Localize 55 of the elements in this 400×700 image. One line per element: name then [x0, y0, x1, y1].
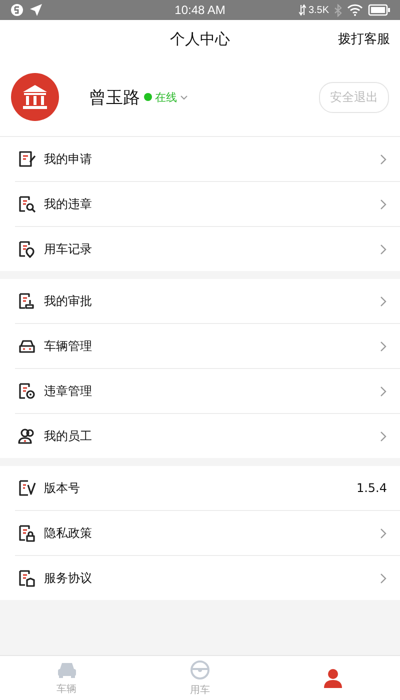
notification-icon: [10, 3, 24, 17]
document-search-icon: [18, 195, 36, 213]
chevron-right-icon: [380, 386, 387, 396]
chevron-right-icon: [380, 430, 387, 442]
menu-row[interactable]: 用车记录: [15, 227, 400, 271]
page-title: 个人中心: [170, 30, 230, 48]
menu-row[interactable]: 我的申请: [15, 137, 400, 182]
row-label: 我的申请: [44, 150, 93, 168]
document-pin-icon: [18, 240, 36, 258]
chevron-right-icon: [380, 528, 387, 538]
row-label: 我的员工: [44, 428, 93, 444]
document-gear-icon: [18, 382, 36, 400]
row-label: 车辆管理: [44, 338, 93, 354]
steering-wheel-icon: [190, 660, 210, 680]
user-name: 曾玉路: [89, 86, 140, 108]
car-icon: [56, 660, 78, 678]
document-lock-icon: [18, 524, 36, 542]
menu-row[interactable]: 违章管理: [15, 369, 400, 414]
document-stamp-icon: [18, 292, 36, 310]
row-label: 我的违章: [44, 196, 93, 212]
menu-row[interactable]: 服务协议: [15, 556, 400, 600]
bluetooth-icon: [334, 4, 342, 16]
row-label: 我的审批: [44, 292, 93, 310]
menu-row[interactable]: 版本号 1.5.4: [15, 466, 400, 511]
location-arrow-icon: [29, 3, 43, 17]
row-label: 版本号: [44, 480, 81, 496]
chevron-right-icon: [380, 340, 387, 352]
status-time: 10:48 AM: [174, 3, 226, 17]
version-number: 1.5.4: [356, 481, 387, 495]
row-label: 违章管理: [44, 382, 93, 400]
wifi-icon: [347, 4, 364, 16]
chevron-right-icon: [380, 244, 387, 254]
chevron-down-icon: [180, 94, 188, 100]
menu-row[interactable]: 隐私政策: [15, 511, 400, 556]
row-label: 用车记录: [44, 240, 93, 258]
network-speed: 3.5K: [308, 4, 330, 16]
chevron-right-icon: [380, 296, 387, 306]
person-icon: [323, 668, 344, 688]
chevron-right-icon: [380, 154, 387, 164]
row-label: 服务协议: [44, 570, 93, 586]
menu-row[interactable]: 我的员工: [15, 414, 400, 458]
menu-row[interactable]: 我的违章: [15, 182, 400, 227]
chevron-right-icon: [380, 198, 387, 210]
people-icon: [18, 427, 36, 445]
chevron-right-icon: [380, 572, 387, 584]
document-check-icon: [18, 479, 36, 497]
menu-row[interactable]: 我的审批: [15, 279, 400, 324]
row-label: 隐私政策: [44, 524, 93, 542]
document-pen-icon: [18, 150, 36, 168]
bank-avatar-icon: [11, 73, 59, 121]
call-service-button[interactable]: 拨打客服: [338, 30, 390, 48]
transfer-arrows-icon: [299, 4, 306, 16]
battery-icon: [368, 4, 390, 16]
menu-row[interactable]: 车辆管理: [15, 324, 400, 369]
car-icon: [18, 337, 36, 355]
